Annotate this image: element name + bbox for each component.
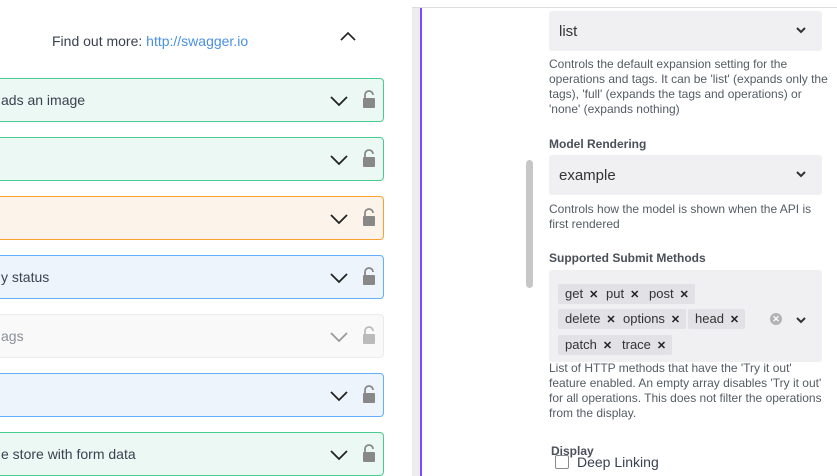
chevron-up-icon[interactable] [340, 30, 356, 42]
clear-icon[interactable]: ✕ [770, 313, 782, 325]
model-rendering-description: Controls how the model is shown when the… [549, 202, 812, 231]
chevron-down-icon [796, 171, 806, 178]
chevron-down-icon[interactable] [796, 317, 806, 324]
chevron-down-icon[interactable] [330, 213, 348, 225]
chip-patch[interactable]: patch ✕ [558, 335, 619, 355]
settings-scrollbar-thumb[interactable] [526, 160, 533, 288]
operation-get[interactable] [0, 373, 384, 417]
chevron-down-icon[interactable] [330, 331, 348, 343]
chevron-down-icon[interactable] [330, 272, 348, 284]
chip-get[interactable]: get ✕ [558, 284, 605, 304]
lock-icon[interactable] [361, 148, 377, 168]
chip-options[interactable]: options ✕ [616, 309, 687, 329]
external-docs-text: Find out more: http://swagger.io [52, 33, 248, 49]
preview-scrollbar[interactable] [412, 8, 420, 476]
lock-icon[interactable] [361, 89, 377, 109]
operation-put[interactable] [0, 196, 384, 240]
operation-update-with-form[interactable]: e store with form data [0, 432, 384, 476]
remove-icon[interactable]: ✕ [603, 340, 612, 352]
lock-icon[interactable] [361, 207, 377, 227]
chevron-down-icon[interactable] [330, 390, 348, 402]
lock-icon[interactable] [361, 266, 377, 286]
chip-trace[interactable]: trace ✕ [615, 335, 673, 355]
model-rendering-label: Model Rendering [549, 137, 647, 151]
chevron-down-icon[interactable] [330, 449, 348, 461]
model-rendering-select[interactable]: example [549, 155, 822, 195]
remove-icon[interactable]: ✕ [680, 289, 689, 301]
lock-icon[interactable] [361, 325, 377, 345]
doc-expansion-value: list [559, 23, 578, 40]
remove-icon[interactable]: ✕ [630, 289, 639, 301]
chevron-down-icon [796, 27, 806, 34]
remove-icon[interactable]: ✕ [730, 314, 739, 326]
chip-delete[interactable]: delete ✕ [558, 309, 622, 329]
deep-linking-label: Deep Linking [577, 454, 659, 470]
operation-find-by-tags[interactable]: ags [0, 314, 384, 358]
remove-icon[interactable]: ✕ [589, 289, 598, 301]
chevron-down-icon[interactable] [330, 95, 348, 107]
external-docs-prefix: Find out more: [52, 33, 143, 49]
chip-head[interactable]: head ✕ [688, 309, 746, 329]
remove-icon[interactable]: ✕ [606, 314, 615, 326]
external-docs-section: Find out more: http://swagger.io [0, 8, 385, 81]
external-docs-link[interactable]: http://swagger.io [146, 33, 248, 49]
operation-summary: e store with form data [1, 446, 136, 462]
operation-post[interactable] [0, 137, 384, 181]
submit-methods-multiselect[interactable]: get ✕ put ✕ post ✕ delete ✕ options ✕ head ✕ p… [549, 270, 822, 362]
remove-icon[interactable]: ✕ [671, 314, 680, 326]
chip-put[interactable]: put ✕ [599, 284, 646, 304]
operation-upload-image[interactable]: ads an image [0, 78, 384, 122]
lock-icon[interactable] [361, 443, 377, 463]
doc-expansion-select[interactable]: list [549, 11, 822, 51]
lock-icon[interactable] [361, 384, 377, 404]
operation-summary: ads an image [1, 92, 86, 108]
doc-expansion-description: Controls the default expansion setting f… [549, 57, 828, 116]
submit-methods-label: Supported Submit Methods [549, 251, 706, 265]
submit-methods-description: List of HTTP methods that have the 'Try … [549, 361, 822, 420]
settings-pane: list Controls the default expansion sett… [422, 8, 837, 476]
swagger-preview-pane: Find out more: http://swagger.io ads an … [0, 0, 412, 476]
model-rendering-value: example [559, 167, 616, 184]
chip-post[interactable]: post ✕ [642, 284, 695, 304]
operation-summary: ags [1, 328, 24, 344]
remove-icon[interactable]: ✕ [657, 340, 666, 352]
operation-find-by-status[interactable]: y status [0, 255, 384, 299]
deep-linking-checkbox[interactable] [555, 455, 569, 469]
chevron-down-icon[interactable] [330, 154, 348, 166]
operation-summary: y status [1, 269, 50, 285]
